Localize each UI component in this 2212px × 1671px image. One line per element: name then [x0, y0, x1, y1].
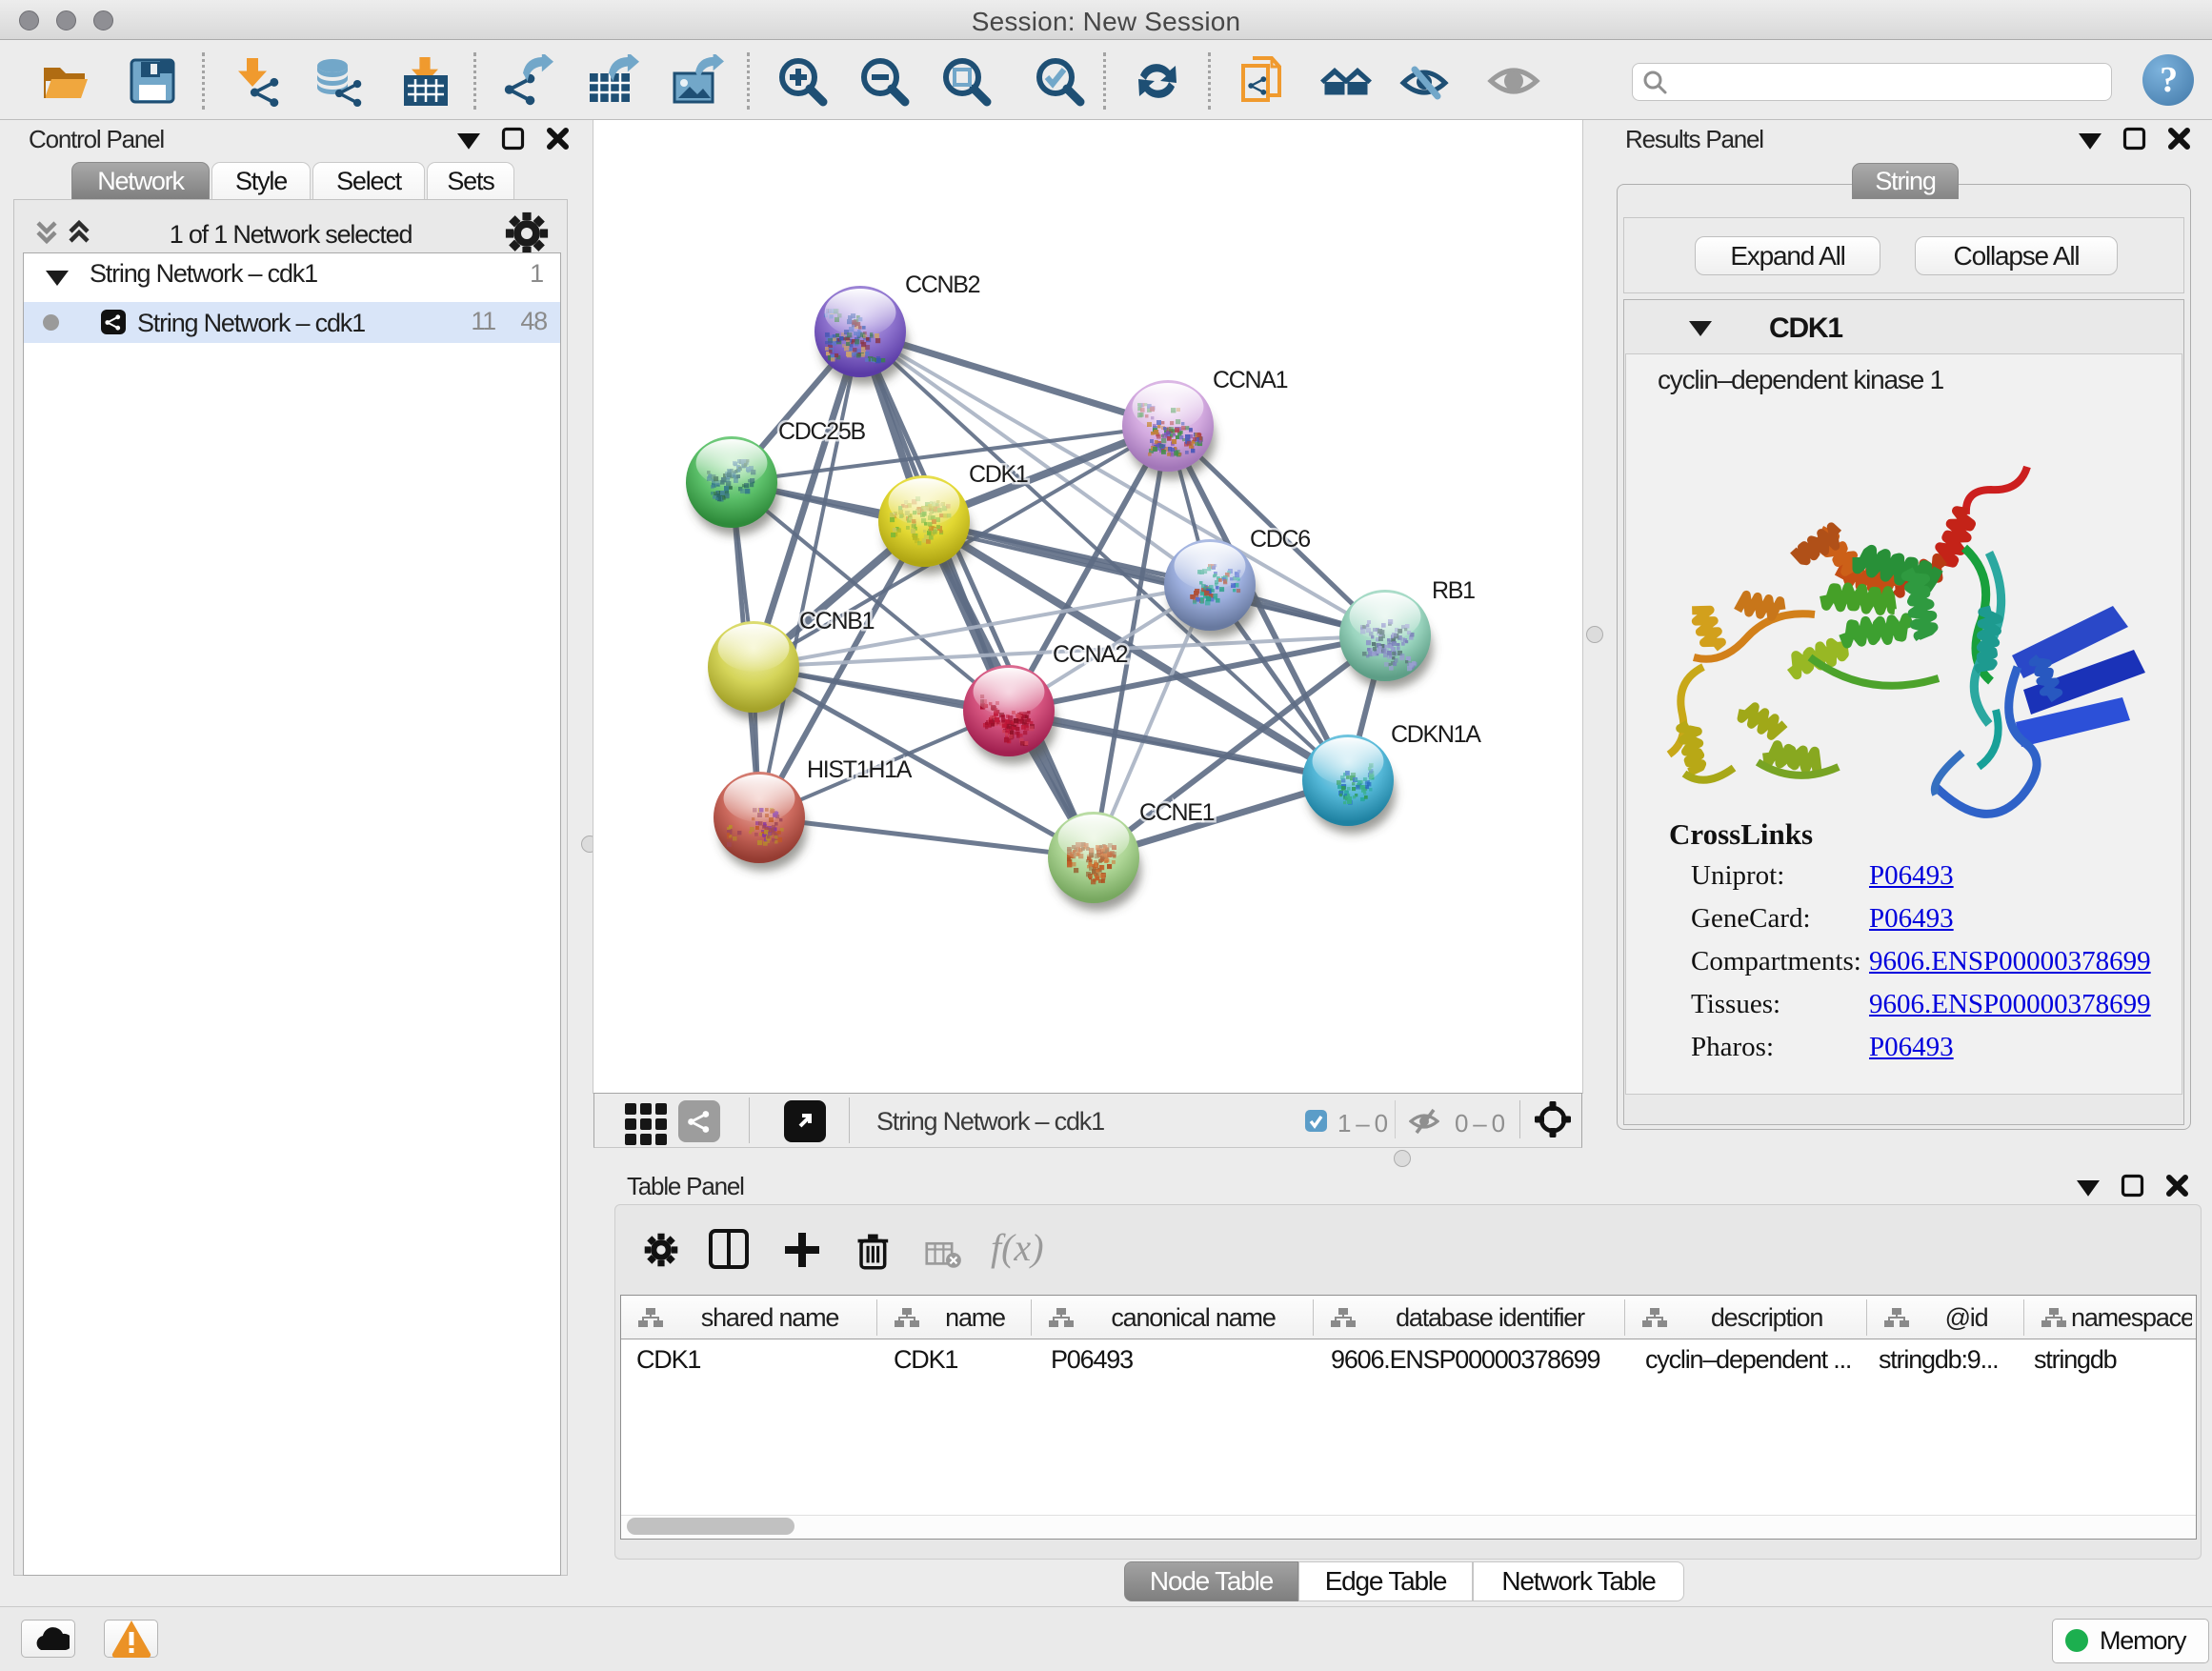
svg-text:CDK1: CDK1 [969, 461, 1028, 488]
svg-text:CCNB2: CCNB2 [905, 272, 980, 298]
svg-text:CDC6: CDC6 [1250, 526, 1310, 553]
svg-text:HIST1H1A: HIST1H1A [807, 756, 913, 783]
svg-text:CDKN1A: CDKN1A [1391, 721, 1481, 748]
svg-text:CCNA2: CCNA2 [1053, 641, 1128, 668]
svg-text:CDC25B: CDC25B [778, 418, 865, 445]
svg-text:CCNE1: CCNE1 [1139, 799, 1215, 826]
svg-text:CCNB1: CCNB1 [799, 608, 875, 634]
svg-text:CCNA1: CCNA1 [1213, 367, 1288, 393]
svg-text:RB1: RB1 [1432, 577, 1475, 604]
